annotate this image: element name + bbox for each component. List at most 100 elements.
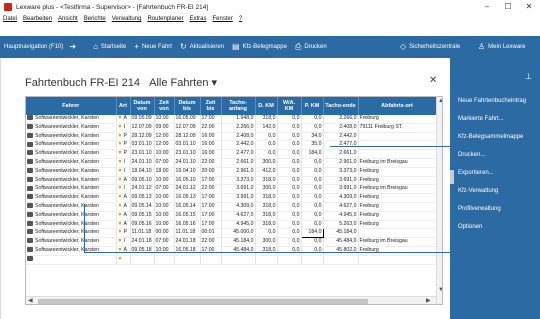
splitter-handle[interactable]	[450, 170, 454, 184]
table-cell: Softwareentwickler, Karsten	[26, 176, 117, 186]
table-cell: Softwareentwickler, Karsten	[26, 115, 117, 124]
sidebar-item[interactable]: Optionen	[458, 224, 482, 230]
column-header[interactable]: Abfahrts-ort	[358, 97, 437, 115]
column-header[interactable]: W/A. KM	[277, 97, 302, 115]
close-button[interactable]: ✕	[519, 0, 539, 14]
horizontal-scrollbar[interactable]: ◀ ▶	[26, 296, 436, 304]
table-cell: 45.484,0	[221, 246, 256, 256]
table-row[interactable]: Softwareentwickler, Karsten ▼A 09.05.15 10:…	[26, 211, 437, 221]
table-row[interactable]: Softwareentwickler, Karsten ▼A 09.05.18 10:…	[26, 246, 437, 256]
table-row[interactable]: Softwareentwickler, Karsten ▼A 09.05.10 10:…	[26, 176, 437, 186]
trip-type-icon: ▼	[117, 255, 123, 262]
vertical-scrollbar[interactable]: ▲▼	[436, 97, 442, 304]
pin-icon[interactable]: ⊥	[525, 72, 532, 81]
table-cell: 2.661,0	[221, 158, 256, 168]
menu-item[interactable]: Ansicht	[58, 16, 78, 22]
menu-item[interactable]: Berichte	[84, 16, 106, 22]
sidebar-item[interactable]: Kfz-Belegsammelmappe	[458, 134, 523, 140]
menu-item[interactable]: Verwaltung	[112, 16, 142, 22]
table-cell: 184,0	[301, 149, 324, 159]
table-cell: Freiburg	[358, 193, 437, 203]
print-icon: ⎙	[294, 42, 302, 51]
table-cell: 0,0	[301, 184, 324, 195]
menu-item[interactable]: Bearbeiten	[23, 16, 52, 22]
column-header[interactable]: Zeit von	[154, 97, 175, 115]
sidebar-item[interactable]: Profilverwaltung	[458, 206, 501, 212]
menu-item[interactable]: Extras	[189, 16, 206, 22]
column-header[interactable]: Datum bis	[174, 97, 201, 115]
sicherheitszentrale-button[interactable]: ◇ Sicherheitszentrale	[400, 43, 460, 51]
task-sidebar: ⊥ Neue Fahrtenbucheintrag Markierte Fahrt…	[450, 58, 540, 319]
panel-close-icon[interactable]: ✕	[429, 75, 437, 86]
car-icon	[27, 185, 33, 191]
drucken-button[interactable]: ⎙ Drucken	[295, 43, 327, 51]
table-cell: 17:00	[200, 202, 222, 212]
table-cell: 07:00	[154, 158, 175, 168]
table-row[interactable]: Softwareentwickler, Karsten ▼A 09.05.16 10:…	[26, 220, 437, 230]
column-header[interactable]: Tacho-anfang	[221, 97, 256, 115]
column-header[interactable]: Datum von	[130, 97, 155, 115]
neue-fahrt-button[interactable]: + Neue Fahrt	[134, 43, 172, 51]
table-cell: 3.991,0	[221, 193, 256, 203]
fahrten-grid[interactable]: Fahrer Art Datum von Zeit von Datum bis Zeit …	[25, 96, 443, 305]
menu-item[interactable]: Datei	[3, 16, 17, 22]
back-arrow-icon[interactable]: ➜	[69, 43, 79, 51]
kfz-belegmappe-button[interactable]: ▤ Kfz-Belegmappe	[232, 43, 287, 51]
startseite-button[interactable]: ⌂ Startseite	[93, 43, 126, 51]
menu-item[interactable]: Fenster	[212, 16, 232, 22]
column-header[interactable]: Tacho-ende	[323, 97, 359, 115]
table-cell: Softwareentwickler, Karsten	[26, 202, 117, 212]
table-cell: Freiburg im Breisgau	[358, 158, 437, 168]
table-row[interactable]: Softwareentwickler, Karsten ▼I 24.01.12 07:…	[26, 184, 437, 195]
table-cell: 09.05.18	[130, 246, 155, 256]
sidebar-item[interactable]: Kfz-Verwaltung	[458, 188, 498, 194]
column-header[interactable]: P. KM	[301, 97, 324, 115]
hauptnavigation-button[interactable]: Hauptnavigation (F10)	[4, 44, 63, 50]
table-row[interactable]: Softwareentwickler, Karsten ▼A 09.05.13 10:…	[26, 193, 437, 203]
table-cell: 2.266,0	[323, 115, 359, 124]
table-cell: Softwareentwickler, Karsten	[26, 158, 117, 168]
table-row[interactable]: Softwareentwickler, Karsten ▼P 28.12.09 12:…	[26, 132, 437, 142]
table-row[interactable]: Softwareentwickler, Karsten ▼I 12.07.09 09:…	[26, 123, 437, 133]
car-icon	[27, 211, 33, 217]
maximize-button[interactable]: ☐	[498, 0, 518, 14]
table-cell: Softwareentwickler, Karsten	[26, 149, 117, 159]
minimize-button[interactable]: –	[477, 0, 497, 14]
table-cell: 2.442,0	[323, 132, 359, 142]
table-cell: 16.05.13	[174, 193, 201, 203]
callout-line-bottom	[84, 252, 540, 253]
table-row[interactable]: Softwareentwickler, Karsten ▼I 18.04.10 18:…	[26, 167, 437, 177]
table-cell: 0,0	[255, 228, 278, 239]
table-row[interactable]: Softwareentwickler, Karsten ▼P 11.01.18 00:…	[26, 228, 437, 239]
sidebar-item[interactable]: Exportieren...	[458, 170, 494, 176]
table-cell: 0,0	[301, 158, 324, 168]
table-cell: 318,0	[255, 211, 278, 221]
table-cell: 2.661,0	[323, 149, 359, 159]
column-header[interactable]: Art	[116, 97, 131, 115]
menu-item[interactable]: Routenplaner	[147, 16, 183, 22]
column-header[interactable]: Fahrer	[26, 97, 117, 115]
table-row[interactable]: Softwareentwickler, Karsten ▼A 09.05.14 10:…	[26, 202, 437, 212]
column-header[interactable]: D. KM	[255, 97, 278, 115]
table-cell: 28.12.09	[130, 132, 155, 142]
menu-item[interactable]: ?	[239, 16, 242, 22]
table-cell: 2.442,0	[221, 140, 256, 151]
column-header[interactable]: Zeit bis	[200, 97, 222, 115]
table-cell: 10:00	[154, 193, 175, 203]
car-icon	[27, 123, 33, 129]
table-cell: 17:00	[200, 246, 222, 256]
table-row[interactable]: Softwareentwickler, Karsten ▼I 24.01.18 07:…	[26, 237, 437, 247]
sidebar-item[interactable]: Markierte Fahrt...	[458, 116, 504, 122]
new-row[interactable]: ▼	[26, 255, 437, 265]
table-cell: ▼P	[116, 149, 131, 159]
table-row[interactable]: Softwareentwickler, Karsten ▼P 23.01.10 10:…	[26, 149, 437, 159]
table-row[interactable]: Softwareentwickler, Karsten ▼A 09.05.09 10:…	[26, 115, 437, 124]
mein-lexware-button[interactable]: ♙ Mein Lexware	[478, 43, 526, 51]
aktualisieren-button[interactable]: ↻ Aktualisieren	[180, 43, 224, 51]
view-selector[interactable]: Alle Fahrten ▾	[149, 77, 217, 89]
scroll-right-icon: ▶	[426, 298, 431, 304]
table-cell: 2.961,0	[221, 167, 256, 177]
table-row[interactable]: Softwareentwickler, Karsten ▼I 24.01.10 07:…	[26, 158, 437, 168]
sidebar-item[interactable]: Neue Fahrtenbucheintrag	[458, 98, 526, 104]
sidebar-item[interactable]: Drucken...	[458, 152, 485, 158]
